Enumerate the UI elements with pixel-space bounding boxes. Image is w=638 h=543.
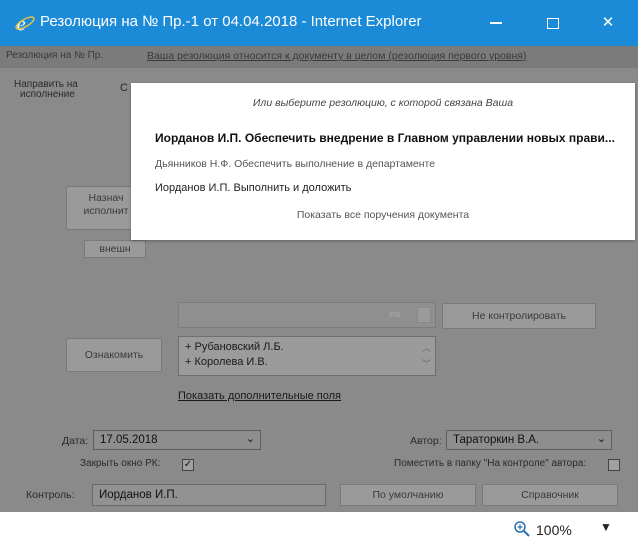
- close-button[interactable]: ✕: [588, 8, 628, 38]
- minimize-button[interactable]: [476, 8, 516, 38]
- status-bar: 100% ▼: [0, 512, 638, 543]
- tab-resolution[interactable]: Резолюция на № Пр.: [6, 50, 103, 61]
- scroll-up-icon[interactable]: ︿: [422, 340, 431, 356]
- popup-hint: Или выберите резолюцию, с которой связан…: [252, 97, 514, 109]
- recipients-list[interactable]: + Рубановский Л.Б. + Королева И.В. ︿ ﹀: [178, 336, 436, 376]
- resolution-option[interactable]: Иорданов И.П. Выполнить и доложить: [155, 182, 351, 194]
- list-item[interactable]: + Рубановский Л.Б.: [185, 340, 429, 355]
- zoom-icon[interactable]: [513, 520, 531, 538]
- close-rk-checkbox[interactable]: ✓: [182, 459, 194, 471]
- dropdown-arrow-icon[interactable]: [417, 307, 431, 323]
- ie-logo-icon: e: [15, 13, 35, 34]
- author-select[interactable]: Тараторкин В.А. ⌄: [446, 430, 612, 450]
- resolution-option[interactable]: Дьянников Н.Ф. Обеспечить выполнение в д…: [155, 158, 435, 170]
- field-hint: ins: [389, 309, 401, 319]
- list-scrollbar[interactable]: ︿ ﹀: [422, 340, 431, 372]
- send-to-execution-button[interactable]: Направить на исполнение: [14, 80, 104, 100]
- folder-checkbox[interactable]: [608, 459, 620, 471]
- author-label: Автор:: [410, 435, 442, 447]
- zoom-level[interactable]: 100%: [536, 522, 572, 538]
- maximize-button[interactable]: [533, 8, 573, 38]
- resolution-option[interactable]: Иорданов И.П. Обеспечить внедрение в Гла…: [155, 131, 615, 145]
- reference-button[interactable]: Справочник: [482, 484, 618, 506]
- show-all-link[interactable]: Показать все поручения документа: [131, 209, 635, 221]
- default-button[interactable]: По умолчанию: [340, 484, 476, 506]
- title-bar: e Резолюция на № Пр.-1 от 04.04.2018 - I…: [0, 0, 638, 46]
- control-term-field[interactable]: ins: [178, 302, 436, 328]
- show-more-fields-link[interactable]: Показать дополнительные поля: [178, 390, 341, 402]
- author-value: Тараторкин В.А.: [453, 434, 540, 446]
- toolbar-c-button[interactable]: С: [120, 82, 128, 94]
- minimize-icon: [490, 22, 502, 24]
- resolution-popup: Или выберите резолюцию, с которой связан…: [131, 83, 635, 240]
- chevron-down-icon: ⌄: [245, 433, 255, 445]
- tab-row: Резолюция на № Пр. Ваша резолюция относи…: [0, 46, 638, 68]
- folder-label: Поместить в папку "На контроле" автора:: [394, 458, 587, 469]
- date-label: Дата:: [62, 435, 89, 447]
- scroll-down-icon[interactable]: ﹀: [422, 356, 431, 372]
- chevron-down-icon: ⌄: [596, 433, 606, 445]
- checkmark-icon: ✓: [183, 459, 193, 470]
- close-rk-label: Закрыть окно РК:: [80, 458, 161, 469]
- control-field[interactable]: Иорданов И.П.: [92, 484, 326, 506]
- date-select[interactable]: 17.05.2018 ⌄: [93, 430, 261, 450]
- send-label-line2: исполнение: [20, 89, 75, 100]
- no-control-button[interactable]: Не контролировать: [442, 303, 596, 329]
- external-button[interactable]: внешн: [84, 240, 146, 258]
- resolution-level-link[interactable]: Ваша резолюция относится к документу в ц…: [147, 50, 526, 62]
- list-item[interactable]: + Королева И.В.: [185, 355, 429, 370]
- familiarize-button[interactable]: Ознакомить: [66, 338, 162, 372]
- window-title: Резолюция на № Пр.-1 от 04.04.2018 - Int…: [40, 13, 422, 30]
- zoom-dropdown-icon[interactable]: ▼: [600, 520, 612, 534]
- maximize-icon: [547, 17, 559, 29]
- date-value: 17.05.2018: [100, 434, 158, 446]
- control-label: Контроль:: [26, 489, 75, 501]
- close-icon: ✕: [601, 14, 615, 31]
